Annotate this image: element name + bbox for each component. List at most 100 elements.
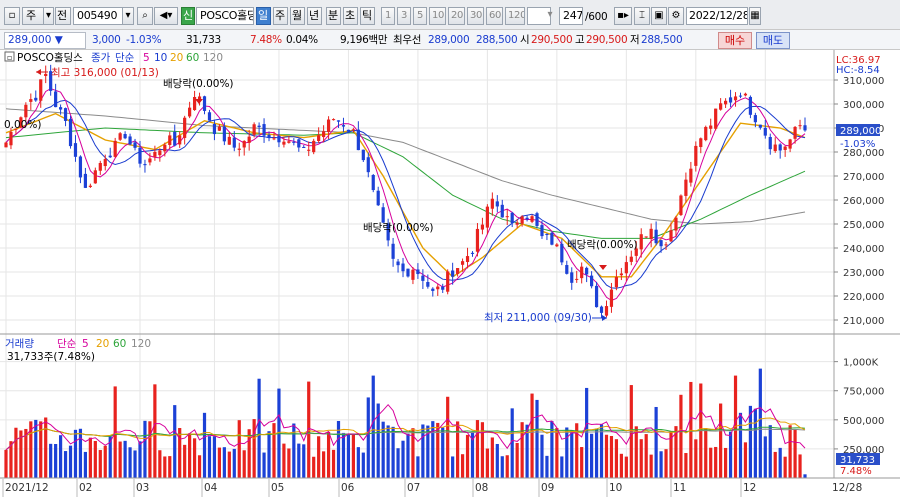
interval-5[interactable]: 5 [413, 7, 427, 25]
candle-body [624, 262, 628, 274]
high-annotation: 최고 316,000 (01/13) [36, 67, 159, 79]
candle-body [565, 265, 569, 274]
candle-body [421, 275, 425, 281]
volume-bar [585, 387, 589, 478]
candle-body [619, 273, 623, 276]
candle-body [540, 225, 544, 237]
ma10-label: 10 [154, 52, 167, 64]
interval-30[interactable]: 30 [467, 7, 484, 25]
candle-body [307, 149, 311, 151]
buy-button[interactable]: 매수 [718, 32, 752, 49]
volume-bar [416, 456, 420, 478]
volume-bar [515, 442, 519, 478]
volume-bar [183, 444, 187, 478]
volume-bar [143, 420, 147, 478]
best-label: 최우선 [393, 34, 422, 46]
candle-body [719, 103, 723, 110]
interval-3[interactable]: 3 [397, 7, 411, 25]
interval-1[interactable]: 1 [381, 7, 395, 25]
stock-chart[interactable]: 310,000300,000290,000280,000270,000260,0… [0, 50, 900, 497]
price-tick-label: 240,000 [843, 244, 884, 255]
volume-bar [322, 451, 326, 478]
volume-bar [619, 453, 623, 478]
candle-body [733, 96, 738, 101]
candle-body [44, 73, 48, 76]
type-select[interactable]: 주 [22, 7, 44, 25]
candle-body [545, 234, 549, 236]
volume-bar [406, 433, 410, 478]
save-icon[interactable]: ▣ [651, 7, 667, 25]
volume-bar [723, 447, 728, 478]
chevron-down-icon[interactable]: ▾ [122, 7, 134, 25]
interval-20[interactable]: 20 [448, 7, 465, 25]
volume-bar [614, 439, 619, 478]
candle-body [614, 276, 619, 288]
search-icon[interactable]: ⌕ [137, 7, 153, 25]
volume-bar [148, 421, 152, 478]
volume-bar [649, 454, 653, 478]
candle-body [649, 228, 653, 240]
chart-type-icon[interactable]: ⌶ [634, 7, 650, 25]
candle-body [525, 217, 529, 220]
current-change-tag-text: -1.03% [840, 139, 875, 150]
candle-body [361, 149, 365, 161]
candle-body [232, 137, 236, 148]
period-minute[interactable]: 분 [326, 7, 341, 25]
chevron-down-icon[interactable]: ▾ [545, 7, 555, 25]
sell-button[interactable]: 매도 [756, 32, 790, 49]
interval-60[interactable]: 60 [486, 7, 503, 25]
candle-body [391, 243, 395, 259]
x-tick-label: 05 [271, 482, 284, 494]
period-month[interactable]: 월 [290, 7, 305, 25]
period-week[interactable]: 주 [273, 7, 288, 25]
date-input[interactable]: 2022/12/28 [686, 7, 748, 25]
period-second[interactable]: 초 [343, 7, 358, 25]
low-price: 288,500 [641, 34, 683, 46]
settings-icon[interactable]: ⚙ [668, 7, 684, 25]
candle-body [699, 138, 703, 148]
candle-body [803, 125, 807, 131]
price-change: 3,000 [92, 34, 121, 46]
interval-10[interactable]: 10 [429, 7, 446, 25]
candle-body [197, 96, 202, 100]
volume-bar [212, 436, 217, 478]
window-icon[interactable]: ▫ [4, 7, 20, 25]
period-year[interactable]: 년 [307, 7, 322, 25]
interval-120[interactable]: 120 [505, 7, 525, 25]
price-tick-label: 310,000 [843, 76, 884, 87]
candle-body [436, 286, 440, 290]
ma20-label: 20 [170, 52, 183, 64]
period-day[interactable]: 일 [256, 7, 271, 25]
price-tick-label: 230,000 [843, 268, 884, 279]
candle-body [684, 179, 688, 196]
high-label: 최고 316,000 (01/13) [51, 67, 159, 79]
candle-body [679, 195, 683, 216]
candle-body [192, 96, 197, 111]
candle-body [113, 140, 117, 157]
candle-body [763, 127, 767, 136]
calendar-icon[interactable]: ▦ [749, 7, 761, 25]
volume-bar [446, 396, 450, 478]
volume-bar [788, 425, 792, 478]
ma60-label: 60 [186, 52, 199, 64]
indicator-icon[interactable]: ▪▸ [614, 7, 632, 25]
speaker-icon[interactable]: ◀▾ [154, 7, 178, 25]
code-prefix-button[interactable]: 전 [55, 7, 71, 25]
volume-bar [560, 456, 564, 478]
volume-bar [331, 449, 336, 478]
candle-body [346, 129, 351, 132]
count-input[interactable]: 247 [559, 7, 583, 25]
volume-bar [78, 428, 83, 478]
volume-bar [44, 417, 48, 478]
candle-body [4, 142, 8, 148]
stock-code-input[interactable]: 005490 [73, 7, 123, 25]
period-tick[interactable]: 틱 [360, 7, 375, 25]
candle-body [694, 145, 698, 166]
candle-body [207, 112, 212, 121]
high-label: 고 [575, 34, 585, 46]
volume-bar [565, 427, 569, 478]
volume-bar [743, 442, 748, 478]
price-tick-label: 210,000 [843, 316, 884, 327]
chevron-down-icon[interactable]: ▾ [44, 7, 54, 25]
volume-bar [441, 427, 445, 478]
